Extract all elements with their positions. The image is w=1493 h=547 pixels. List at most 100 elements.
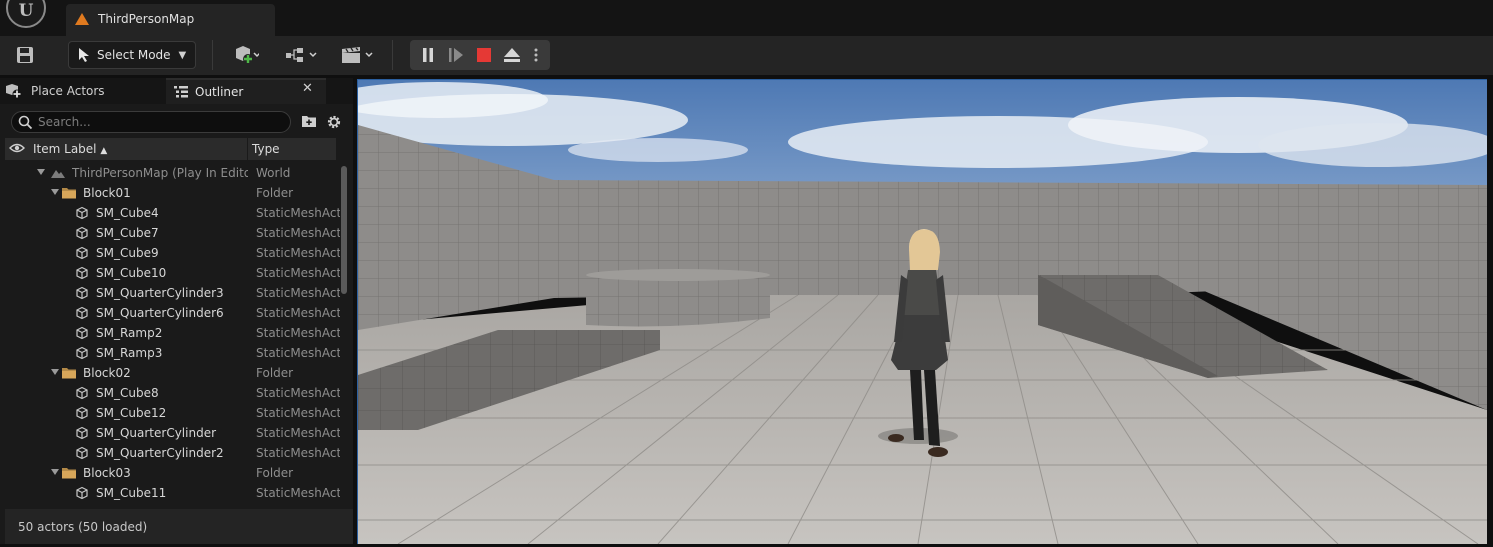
quick-add-button[interactable] bbox=[226, 41, 266, 69]
outliner-item-label: SM_Cube11 bbox=[96, 486, 167, 500]
toolbar-divider bbox=[212, 40, 213, 70]
select-mode-label: Select Mode bbox=[97, 48, 171, 62]
main-toolbar: Select Mode ▼ bbox=[0, 36, 1493, 75]
outliner-actor-row[interactable]: SM_Ramp2 StaticMeshActor bbox=[0, 323, 340, 343]
outliner-item-type: StaticMeshActor bbox=[256, 286, 340, 300]
level-viewport[interactable] bbox=[357, 79, 1487, 544]
outliner-actor-row[interactable]: SM_QuarterCylinder StaticMeshActor bbox=[0, 423, 340, 443]
static-mesh-icon bbox=[76, 326, 88, 340]
title-bar: U ThirdPersonMap bbox=[0, 0, 1493, 36]
outliner-item-label: SM_QuarterCylinder3 bbox=[96, 286, 224, 300]
outliner-item-label: SM_Cube12 bbox=[96, 406, 167, 420]
outliner-item-label: Block03 bbox=[83, 466, 131, 480]
outliner-folder-row[interactable]: Block01 Folder bbox=[0, 183, 340, 203]
outliner-actor-row[interactable]: SM_Cube7 StaticMeshActor bbox=[0, 223, 340, 243]
outliner-actor-row[interactable]: SM_QuarterCylinder2 StaticMeshActor bbox=[0, 443, 340, 463]
outliner-item-label: Block01 bbox=[83, 186, 131, 200]
chevron-down-icon: ▼ bbox=[178, 49, 187, 61]
expand-arrow-icon[interactable] bbox=[51, 469, 59, 475]
level-tab[interactable]: ThirdPersonMap bbox=[66, 4, 275, 36]
outliner-item-type: StaticMeshActor bbox=[256, 346, 340, 360]
outliner-item-label: SM_Cube10 bbox=[96, 266, 167, 280]
outliner-actor-row[interactable]: SM_Cube8 StaticMeshActor bbox=[0, 383, 340, 403]
visibility-eye-icon[interactable] bbox=[9, 142, 25, 154]
outliner-item-type: Folder bbox=[256, 366, 294, 380]
outliner-search-row bbox=[0, 108, 353, 136]
outliner-folder-row[interactable]: Block03 Folder bbox=[0, 463, 340, 483]
cursor-mode-icon bbox=[79, 48, 89, 62]
search-input[interactable] bbox=[38, 114, 278, 130]
outliner-item-label: SM_Cube7 bbox=[96, 226, 159, 240]
outliner-actor-row[interactable]: SM_Cube12 StaticMeshActor bbox=[0, 403, 340, 423]
outliner-item-type: StaticMeshActor bbox=[256, 226, 340, 240]
select-mode-dropdown[interactable]: Select Mode ▼ bbox=[68, 41, 196, 69]
eject-button[interactable] bbox=[498, 40, 526, 70]
step-forward-button[interactable] bbox=[442, 40, 470, 70]
level-tab-label: ThirdPersonMap bbox=[98, 12, 195, 26]
pause-icon bbox=[423, 48, 433, 62]
outliner-item-label: SM_Cube8 bbox=[96, 386, 159, 400]
world-icon bbox=[51, 170, 65, 178]
actor-count-label: 50 actors (50 loaded) bbox=[18, 520, 148, 534]
outliner-actor-row[interactable]: SM_Cube4 StaticMeshActor bbox=[0, 203, 340, 223]
gear-icon[interactable] bbox=[326, 114, 342, 130]
close-icon[interactable]: ✕ bbox=[302, 81, 316, 99]
cinematics-button[interactable] bbox=[338, 41, 378, 69]
more-options-icon bbox=[534, 48, 538, 62]
outliner-item-type: Folder bbox=[256, 466, 294, 480]
step-forward-icon bbox=[449, 48, 463, 62]
static-mesh-icon bbox=[76, 286, 88, 300]
outliner-actor-row[interactable]: SM_Cube9 StaticMeshActor bbox=[0, 243, 340, 263]
expand-arrow-icon[interactable] bbox=[51, 189, 59, 195]
add-folder-icon[interactable] bbox=[301, 114, 317, 128]
play-controls bbox=[410, 40, 550, 70]
outliner-item-type: StaticMeshActor bbox=[256, 246, 340, 260]
save-button[interactable] bbox=[10, 41, 40, 69]
eject-icon bbox=[504, 48, 520, 62]
outliner-actor-row[interactable]: SM_Ramp3 StaticMeshActor bbox=[0, 343, 340, 363]
stop-button[interactable] bbox=[470, 40, 498, 70]
outliner-item-type: StaticMeshActor bbox=[256, 326, 340, 340]
expand-arrow-icon[interactable] bbox=[37, 169, 45, 175]
sort-ascending-icon: ▲ bbox=[100, 146, 108, 156]
outliner-world-row[interactable]: ThirdPersonMap (Play In Editor) World bbox=[0, 163, 340, 183]
tab-place-actors-label: Place Actors bbox=[31, 84, 105, 98]
outliner-actor-row[interactable]: SM_Cube10 StaticMeshActor bbox=[0, 263, 340, 283]
blueprint-icon bbox=[286, 48, 317, 62]
outliner-item-type: StaticMeshActor bbox=[256, 266, 340, 280]
outliner-item-type: StaticMeshActor bbox=[256, 306, 340, 320]
pause-button[interactable] bbox=[414, 40, 442, 70]
outliner-item-label: SM_Cube4 bbox=[96, 206, 159, 220]
static-mesh-icon bbox=[76, 226, 88, 240]
static-mesh-icon bbox=[76, 306, 88, 320]
clapperboard-icon bbox=[342, 47, 373, 63]
outliner-actor-row[interactable]: SM_Cube11 StaticMeshActor bbox=[0, 483, 340, 503]
outliner-item-label: SM_QuarterCylinder6 bbox=[96, 306, 224, 320]
stop-icon bbox=[477, 48, 491, 62]
toolbar-divider bbox=[392, 40, 393, 70]
outliner-item-label: SM_QuarterCylinder bbox=[96, 426, 217, 440]
outliner-item-type: StaticMeshActor bbox=[256, 386, 340, 400]
static-mesh-icon bbox=[76, 386, 88, 400]
outliner-folder-row[interactable]: Block02 Folder bbox=[0, 363, 340, 383]
item-label-column-text: Item Label bbox=[33, 142, 97, 156]
static-mesh-icon bbox=[76, 246, 88, 260]
level-icon bbox=[75, 13, 89, 25]
outliner-actor-row[interactable]: SM_QuarterCylinder3 StaticMeshActor bbox=[0, 283, 340, 303]
item-label-column-header[interactable]: Item Label ▲ bbox=[33, 142, 107, 156]
folder-icon bbox=[62, 188, 76, 199]
outliner-item-type: StaticMeshActor bbox=[256, 206, 340, 220]
outliner-item-label: SM_Ramp3 bbox=[96, 346, 163, 360]
more-options-button[interactable] bbox=[526, 40, 546, 70]
outliner-scrollbar-thumb[interactable] bbox=[341, 166, 347, 294]
expand-arrow-icon[interactable] bbox=[51, 369, 59, 375]
outliner-actor-row[interactable]: SM_QuarterCylinder6 StaticMeshActor bbox=[0, 303, 340, 323]
blueprints-button[interactable] bbox=[282, 41, 322, 69]
outliner-item-label: ThirdPersonMap (Play In Editor) bbox=[72, 166, 248, 180]
tab-place-actors[interactable]: Place Actors bbox=[4, 78, 164, 104]
static-mesh-icon bbox=[76, 206, 88, 220]
column-divider[interactable] bbox=[247, 138, 248, 160]
type-column-header[interactable]: Type bbox=[252, 142, 280, 156]
unreal-engine-logo[interactable]: U bbox=[6, 0, 46, 28]
outliner-column-header: Item Label ▲ Type bbox=[5, 138, 336, 160]
